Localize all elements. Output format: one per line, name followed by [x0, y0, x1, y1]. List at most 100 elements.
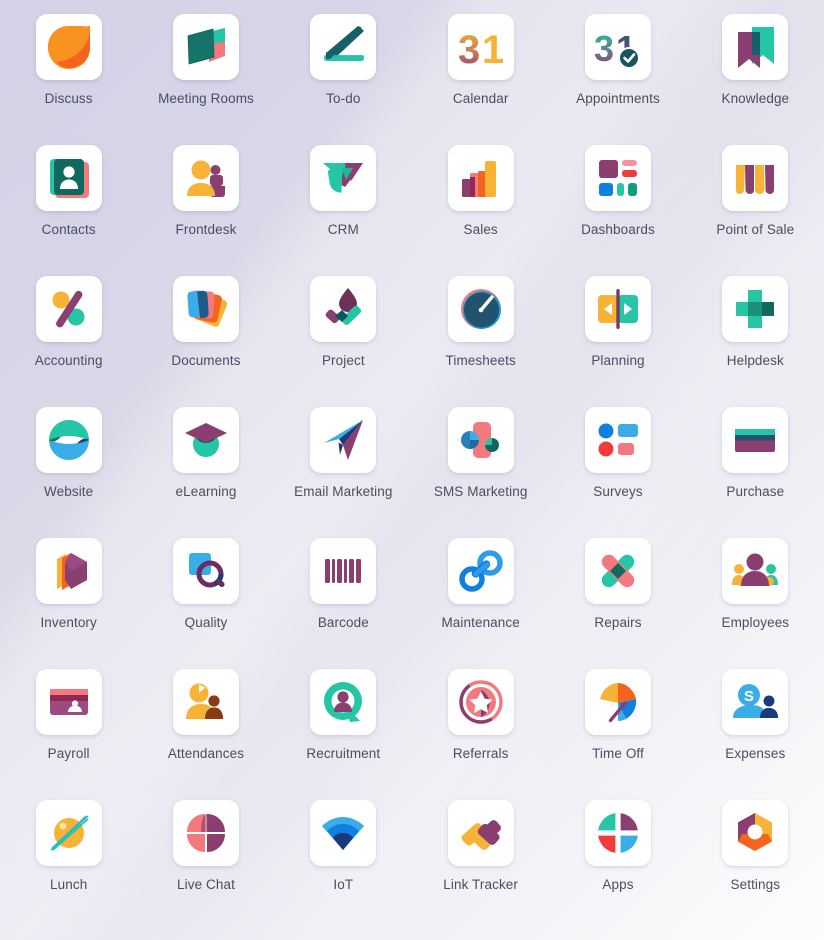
app-item-frontdesk[interactable]: Frontdesk [137, 145, 274, 276]
app-item-to-do[interactable]: To-do [275, 14, 412, 145]
iot-icon[interactable] [310, 800, 377, 866]
app-item-discuss[interactable]: Discuss [0, 14, 137, 145]
app-item-timesheets[interactable]: Timesheets [412, 276, 549, 407]
appointments-icon[interactable]: 3 1 [584, 14, 651, 80]
app-item-helpdesk[interactable]: Helpdesk [687, 276, 824, 407]
app-item-recruitment[interactable]: Recruitment [275, 669, 412, 800]
app-label: Accounting [34, 353, 103, 368]
app-item-documents[interactable]: Documents [137, 276, 274, 407]
inventory-icon[interactable] [35, 538, 102, 604]
lunch-icon[interactable] [35, 800, 102, 866]
app-item-purchase[interactable]: Purchase [687, 407, 824, 538]
time-off-icon[interactable] [584, 669, 651, 735]
app-item-crm[interactable]: CRM [275, 145, 412, 276]
app-label: Discuss [44, 91, 93, 106]
attendances-icon[interactable] [172, 669, 239, 735]
frontdesk-icon[interactable] [172, 145, 239, 211]
employees-icon[interactable] [722, 538, 789, 604]
svg-text:1: 1 [482, 28, 504, 72]
contacts-icon[interactable] [35, 145, 102, 211]
apps-icon[interactable] [584, 800, 651, 866]
settings-icon[interactable] [722, 800, 789, 866]
purchase-icon[interactable] [722, 407, 789, 473]
app-label: Documents [171, 353, 241, 368]
maintenance-icon[interactable] [447, 538, 514, 604]
app-item-appointments[interactable]: 3 1 Appointments [549, 14, 686, 145]
app-item-live-chat[interactable]: Live Chat [137, 800, 274, 931]
meeting-rooms-icon[interactable] [172, 14, 239, 80]
sales-icon[interactable] [447, 145, 514, 211]
app-item-inventory[interactable]: Inventory [0, 538, 137, 669]
app-item-barcode[interactable]: Barcode [275, 538, 412, 669]
app-label: Frontdesk [175, 222, 237, 237]
app-item-lunch[interactable]: Lunch [0, 800, 137, 931]
planning-icon[interactable] [584, 276, 651, 342]
app-label: Time Off [592, 746, 644, 761]
discuss-icon[interactable] [35, 14, 102, 80]
app-item-accounting[interactable]: Accounting [0, 276, 137, 407]
project-icon[interactable] [310, 276, 377, 342]
todo-icon[interactable] [310, 14, 377, 80]
sms-marketing-icon[interactable] [447, 407, 514, 473]
accounting-icon[interactable] [35, 276, 102, 342]
surveys-icon[interactable] [584, 407, 651, 473]
link-tracker-icon[interactable] [447, 800, 514, 866]
recruitment-icon[interactable] [310, 669, 377, 735]
app-item-quality[interactable]: Quality [137, 538, 274, 669]
app-item-meeting-rooms[interactable]: Meeting Rooms [137, 14, 274, 145]
app-item-calendar[interactable]: 3 1 Calendar [412, 14, 549, 145]
live-chat-icon[interactable] [172, 800, 239, 866]
documents-icon[interactable] [172, 276, 239, 342]
app-item-dashboards[interactable]: Dashboards [549, 145, 686, 276]
app-item-attendances[interactable]: Attendances [137, 669, 274, 800]
app-item-payroll[interactable]: Payroll [0, 669, 137, 800]
referrals-icon[interactable] [447, 669, 514, 735]
app-item-elearning[interactable]: eLearning [137, 407, 274, 538]
dashboards-icon[interactable] [584, 145, 651, 211]
app-item-point-of-sale[interactable]: Point of Sale [687, 145, 824, 276]
payroll-icon[interactable] [35, 669, 102, 735]
timesheets-icon[interactable] [447, 276, 514, 342]
expenses-icon[interactable]: S [722, 669, 789, 735]
app-item-planning[interactable]: Planning [549, 276, 686, 407]
app-item-sales[interactable]: Sales [412, 145, 549, 276]
app-label: Barcode [317, 615, 369, 630]
barcode-icon[interactable] [310, 538, 377, 604]
email-marketing-icon[interactable] [310, 407, 377, 473]
quality-icon[interactable] [172, 538, 239, 604]
knowledge-icon[interactable] [722, 14, 789, 80]
app-label: Knowledge [721, 91, 790, 106]
app-label: Surveys [593, 484, 643, 499]
app-item-email-marketing[interactable]: Email Marketing [275, 407, 412, 538]
app-label: CRM [327, 222, 359, 237]
calendar-icon[interactable]: 3 1 [447, 14, 514, 80]
app-item-iot[interactable]: IoT [275, 800, 412, 931]
website-icon[interactable] [35, 407, 102, 473]
app-item-knowledge[interactable]: Knowledge [687, 14, 824, 145]
app-label: Planning [591, 353, 645, 368]
app-item-project[interactable]: Project [275, 276, 412, 407]
app-item-link-tracker[interactable]: Link Tracker [412, 800, 549, 931]
app-item-contacts[interactable]: Contacts [0, 145, 137, 276]
helpdesk-icon[interactable] [722, 276, 789, 342]
app-grid: Discuss Meeting Rooms To-do 3 1 Calendar… [0, 0, 824, 940]
app-label: Live Chat [177, 877, 235, 892]
app-item-time-off[interactable]: Time Off [549, 669, 686, 800]
repairs-icon[interactable] [584, 538, 651, 604]
app-item-maintenance[interactable]: Maintenance [412, 538, 549, 669]
crm-icon[interactable] [310, 145, 377, 211]
elearning-icon[interactable] [172, 407, 239, 473]
app-item-expenses[interactable]: S Expenses [687, 669, 824, 800]
app-item-sms-marketing[interactable]: SMS Marketing [412, 407, 549, 538]
app-item-apps[interactable]: Apps [549, 800, 686, 931]
app-label: eLearning [175, 484, 237, 499]
app-item-repairs[interactable]: Repairs [549, 538, 686, 669]
app-item-website[interactable]: Website [0, 407, 137, 538]
app-item-settings[interactable]: Settings [687, 800, 824, 931]
app-item-employees[interactable]: Employees [687, 538, 824, 669]
app-item-referrals[interactable]: Referrals [412, 669, 549, 800]
app-label: Dashboards [581, 222, 655, 237]
point-of-sale-icon[interactable] [722, 145, 789, 211]
app-label: Project [321, 353, 365, 368]
app-item-surveys[interactable]: Surveys [549, 407, 686, 538]
